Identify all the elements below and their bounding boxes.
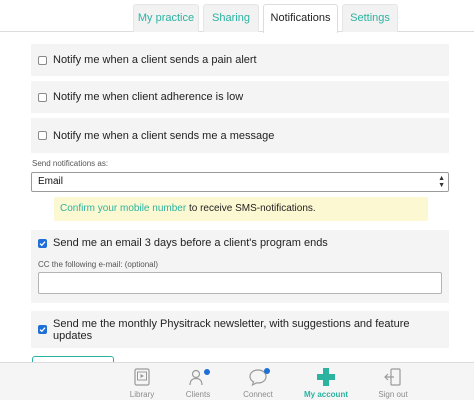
nav-connect[interactable]: Connect: [228, 365, 288, 400]
program-end-checkbox[interactable]: [38, 238, 47, 248]
message-checkbox[interactable]: [38, 131, 47, 140]
nav-sign-out-label: Sign out: [378, 390, 408, 399]
sms-notice: Confirm your mobile number to receive SM…: [54, 197, 428, 221]
sms-notice-text: to receive SMS-notifications.: [186, 203, 316, 214]
checkmark-icon: [39, 327, 46, 333]
nav-library[interactable]: Library: [112, 365, 172, 400]
nav-library-label: Library: [129, 390, 155, 399]
settings-tabs: My practice Sharing Notifications Settin…: [0, 0, 474, 33]
nav-sign-out[interactable]: Sign out: [363, 365, 423, 400]
sign-out-icon: [384, 368, 401, 386]
clients-badge: [204, 369, 210, 375]
nav-connect-label: Connect: [243, 390, 273, 399]
connect-badge: [264, 368, 270, 374]
cc-email-label: CC the following e-mail: (optional): [38, 260, 159, 269]
message-label: Notify me when a client sends me a messa…: [53, 129, 275, 142]
send-as-select[interactable]: Email ▲ ▼: [31, 172, 449, 192]
nav-clients[interactable]: Clients: [168, 365, 228, 400]
select-arrows-icon: ▲ ▼: [438, 175, 445, 189]
message-option: Notify me when a client sends me a messa…: [31, 118, 449, 153]
pain-alert-option: Notify me when a client sends a pain ale…: [31, 44, 449, 76]
nav-clients-label: Clients: [185, 390, 211, 399]
tab-my-practice[interactable]: My practice: [133, 4, 199, 32]
tab-notifications[interactable]: Notifications: [263, 4, 338, 33]
tab-settings[interactable]: Settings: [342, 4, 398, 32]
send-as-value: Email: [38, 176, 64, 187]
adherence-option: Notify me when client adherence is low: [31, 81, 449, 113]
pain-alert-checkbox[interactable]: [38, 55, 47, 65]
nav-my-account[interactable]: My account: [296, 365, 356, 400]
tab-sharing[interactable]: Sharing: [203, 4, 259, 32]
confirm-mobile-link[interactable]: Confirm your mobile number: [60, 203, 186, 214]
program-end-label: Send me an email 3 days before a client'…: [53, 237, 328, 249]
adherence-label: Notify me when client adherence is low: [53, 91, 244, 103]
pain-alert-label: Notify me when a client sends a pain ale…: [53, 54, 257, 66]
newsletter-checkbox[interactable]: [38, 325, 47, 334]
nav-my-account-label: My account: [303, 390, 348, 399]
checkmark-icon: [39, 240, 46, 246]
bottom-nav: Library Clients Connect My account Sign …: [0, 362, 474, 400]
library-icon: [134, 368, 150, 386]
adherence-checkbox[interactable]: [38, 92, 47, 102]
program-end-option: Send me an email 3 days before a client'…: [31, 230, 449, 256]
plus-icon: [317, 368, 335, 386]
newsletter-option: Send me the monthly Physitrack newslette…: [31, 311, 449, 348]
cc-email-input[interactable]: [38, 272, 442, 294]
send-as-label: Send notifications as:: [32, 159, 109, 168]
newsletter-label: Send me the monthly Physitrack newslette…: [53, 317, 410, 342]
